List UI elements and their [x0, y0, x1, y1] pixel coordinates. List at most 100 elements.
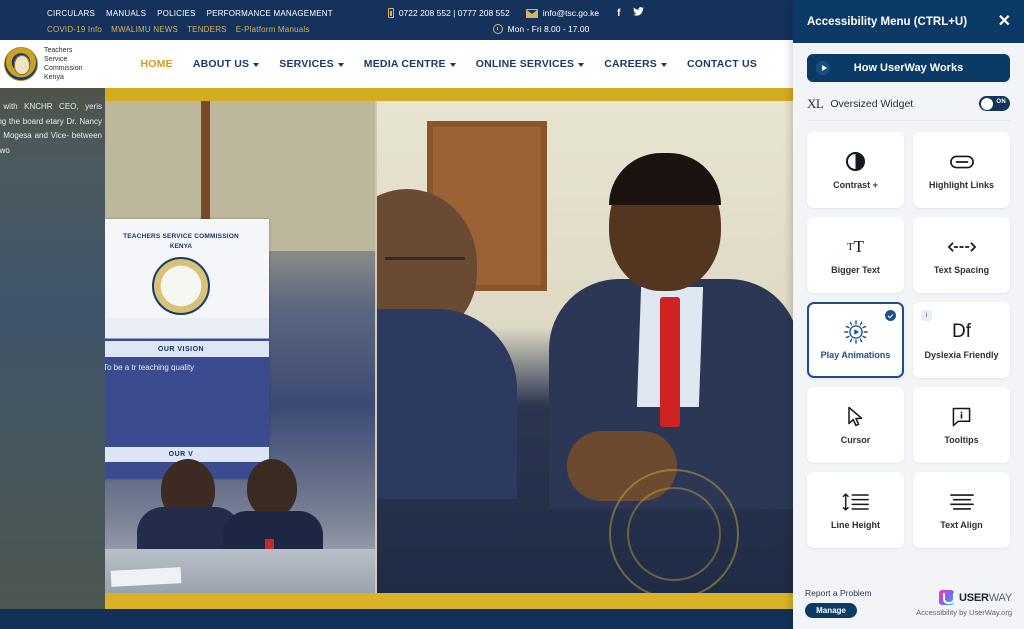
oversized-widget-toggle[interactable]: ON [979, 96, 1010, 111]
nav-item-careers-label: CAREERS [604, 58, 657, 70]
mail-icon [525, 8, 538, 18]
toggle-state-label: ON [996, 99, 1006, 105]
hero-left-gradient-strip [0, 88, 105, 629]
selected-check-icon [885, 310, 896, 321]
brand-name: Teachers Service Commission Kenya [44, 46, 83, 82]
report-section: Report a Problem Manage [805, 588, 872, 629]
accessibility-panel-header: Accessibility Menu (CTRL+U) ✕ [793, 0, 1024, 43]
phone-icon [387, 8, 394, 18]
brand-line-3: Commission [44, 65, 83, 72]
topbar-row-primary: CIRCULARS MANUALS POLICIES PERFORMANCE M… [0, 7, 793, 19]
play-animations-icon [843, 319, 868, 344]
tile-dyslexia-friendly[interactable]: i Df Dyslexia Friendly [913, 302, 1010, 378]
utility-topbar: CIRCULARS MANUALS POLICIES PERFORMANCE M… [0, 0, 793, 40]
website-viewport: CIRCULARS MANUALS POLICIES PERFORMANCE M… [0, 0, 793, 629]
chevron-down-icon [253, 63, 260, 67]
topbar-link-policies[interactable]: POLICIES [157, 9, 196, 18]
tile-text-spacing[interactable]: Text Spacing [913, 217, 1010, 293]
text-spacing-icon [947, 236, 977, 258]
nav-item-home[interactable]: HOME [141, 58, 173, 70]
page-footer-strip [0, 609, 793, 629]
tile-tooltips-label: Tooltips [944, 434, 979, 445]
nav-item-home-label: HOME [140, 58, 173, 70]
chevron-down-icon [660, 63, 667, 67]
topbar-link-covid19-info[interactable]: COVID-19 Info [47, 25, 102, 34]
tile-cursor[interactable]: Cursor [807, 387, 904, 463]
tile-line-height[interactable]: Line Height [807, 472, 904, 548]
tile-line-height-label: Line Height [831, 519, 880, 530]
line-height-icon [842, 491, 870, 513]
tile-highlight-links[interactable]: Highlight Links [913, 132, 1010, 208]
nav-item-about-us[interactable]: ABOUT US [193, 58, 260, 70]
userway-wordmark-bold: USER [959, 591, 989, 604]
tile-play-animations-label: Play Animations [820, 349, 891, 360]
topbar-link-performance-management[interactable]: PERFORMANCE MANAGEMENT [207, 9, 333, 18]
red-tie [660, 297, 680, 427]
oversized-widget-label: Oversized Widget [830, 97, 914, 110]
banner-subtitle: KENYA [169, 243, 193, 250]
oversized-widget-row[interactable]: XL Oversized Widget ON [807, 87, 1010, 121]
tile-play-animations[interactable]: Play Animations [807, 302, 904, 378]
chevron-down-icon [449, 63, 456, 67]
topbar-quick-links: CIRCULARS MANUALS POLICIES PERFORMANCE M… [47, 9, 333, 18]
nav-item-services[interactable]: SERVICES [279, 58, 344, 70]
banner-vision-heading: OUR VISION [105, 341, 269, 357]
tile-highlight-links-label: Highlight Links [929, 179, 994, 190]
report-a-problem-link[interactable]: Report a Problem [805, 588, 872, 598]
tile-text-align-label: Text Align [940, 519, 983, 530]
banner-vision-text: To be a tr teaching quality [105, 363, 195, 372]
topbar-social-links: f [617, 7, 645, 19]
main-navbar: Teachers Service Commission Kenya HOME A… [0, 40, 793, 88]
twitter-icon[interactable] [633, 7, 645, 19]
person-body [377, 309, 517, 499]
topbar-link-manuals[interactable]: MANUALS [106, 9, 146, 18]
userway-logo-icon [939, 590, 955, 605]
nav-item-careers[interactable]: CAREERS [604, 58, 667, 70]
brand-line-2: Service [44, 56, 68, 63]
topbar-email-text: info@tsc.go.ke [542, 8, 600, 18]
userway-wordmark: USERWAY [959, 592, 1012, 604]
person-hair [609, 153, 721, 205]
cursor-icon [847, 406, 864, 428]
tsc-seal-icon [152, 257, 210, 315]
close-icon[interactable]: ✕ [995, 12, 1014, 32]
tile-cursor-label: Cursor [840, 434, 871, 445]
manage-button[interactable]: Manage [805, 603, 857, 618]
hero-gold-bar-top [105, 88, 793, 101]
topbar-link-eplatform-manuals[interactable]: E-Platform Manuals [236, 25, 310, 34]
tile-bigger-text[interactable]: TT Bigger Text [807, 217, 904, 293]
tile-tooltips[interactable]: Tooltips [913, 387, 1010, 463]
bigger-text-icon: TT [846, 236, 865, 256]
topbar-link-tenders[interactable]: TENDERS [187, 25, 227, 34]
tile-contrast[interactable]: Contrast + [807, 132, 904, 208]
toggle-knob [980, 97, 993, 110]
info-icon[interactable]: i [921, 310, 932, 321]
topbar-phone[interactable]: 0722 208 552 | 0777 208 552 [387, 8, 510, 18]
nav-item-online-services[interactable]: ONLINE SERVICES [476, 58, 585, 70]
person-head [247, 459, 297, 517]
topbar-email[interactable]: info@tsc.go.ke [525, 8, 600, 18]
accessibility-panel-footer: Report a Problem Manage USERWAY Accessib… [793, 582, 1024, 629]
facebook-icon[interactable]: f [617, 8, 620, 19]
nav-item-media-centre[interactable]: MEDIA CENTRE [364, 58, 456, 70]
clock-icon [492, 24, 503, 34]
topbar-hours-text: Mon - Fri 8.00 - 17.00 [507, 24, 590, 34]
hero-photo: TEACHERS SERVICE COMMISSION KENYA OUR VI… [105, 101, 793, 593]
tile-text-spacing-label: Text Spacing [933, 264, 990, 275]
how-userway-works-button[interactable]: How UserWay Works [807, 54, 1010, 82]
hero-photo-right [377, 101, 793, 593]
hero-slider: TEACHERS SERVICE COMMISSION KENYA OUR VI… [0, 88, 793, 629]
banner-title: TEACHERS SERVICE COMMISSION [123, 233, 239, 240]
userway-branding: USERWAY Accessibility by UserWay.org [916, 588, 1012, 629]
tile-bigger-text-label: Bigger Text [831, 264, 880, 275]
hero-caption: ges with KNCHR CEO, yeris during the boa… [0, 102, 102, 155]
nav-item-contact-us[interactable]: CONTACT US [687, 58, 757, 70]
tile-text-align[interactable]: Text Align [913, 472, 1010, 548]
tooltips-icon [952, 406, 971, 428]
accessibility-panel-body: How UserWay Works XL Oversized Widget ON… [793, 54, 1024, 629]
accessibility-panel-title: Accessibility Menu (CTRL+U) [807, 15, 968, 28]
site-brand[interactable]: Teachers Service Commission Kenya [4, 46, 83, 82]
seal-watermark-icon [609, 469, 739, 593]
topbar-link-circulars[interactable]: CIRCULARS [47, 9, 95, 18]
topbar-link-mwalimu-news[interactable]: MWALIMU NEWS [111, 25, 178, 34]
